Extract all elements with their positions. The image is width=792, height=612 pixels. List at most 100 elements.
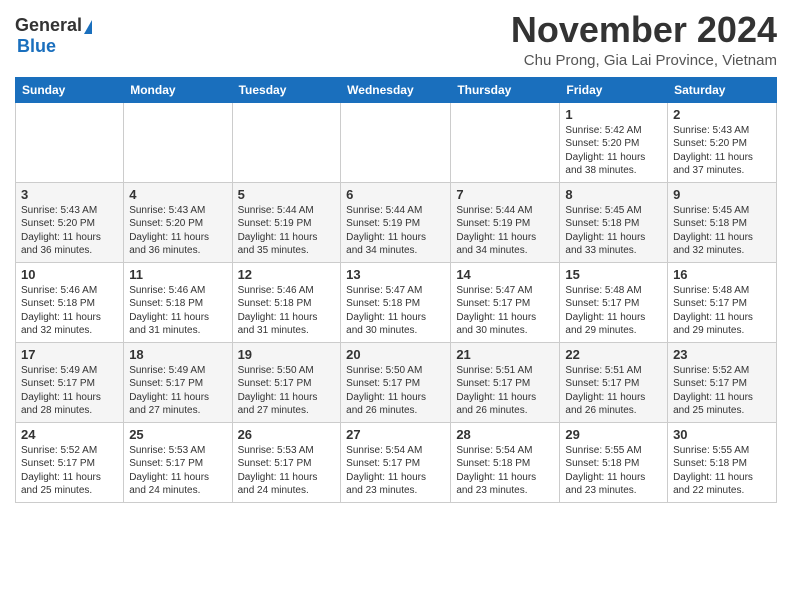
day-number: 10: [21, 267, 118, 282]
day-number: 4: [129, 187, 226, 202]
calendar-cell: 11 Sunrise: 5:46 AMSunset: 5:18 PMDayligh…: [124, 262, 232, 342]
month-title: November 2024: [511, 10, 777, 50]
calendar-week-row-5: 24 Sunrise: 5:52 AMSunset: 5:17 PMDayligh…: [16, 422, 777, 502]
day-info: Sunrise: 5:46 AMSunset: 5:18 PMDaylight:…: [238, 284, 336, 338]
calendar-cell: 10Sunrise: 5:46 AMSunset: 5:18 PMDayligh…: [16, 262, 124, 342]
calendar-cell: 9 Sunrise: 5:45 AMSunset: 5:18 PMDaylight…: [668, 182, 777, 262]
day-number: 11: [129, 267, 226, 282]
calendar-cell: [232, 102, 341, 182]
day-number: 25: [129, 427, 226, 442]
calendar-header-row: SundayMondayTuesdayWednesdayThursdayFrid…: [16, 77, 777, 102]
title-block: November 2024 Chu Prong, Gia Lai Provinc…: [511, 10, 777, 69]
day-number: 18: [129, 347, 226, 362]
day-info: Sunrise: 5:54 AMSunset: 5:17 PMDaylight:…: [346, 444, 445, 498]
day-number: 19: [238, 347, 336, 362]
day-info: Sunrise: 5:44 AMSunset: 5:19 PMDaylight:…: [346, 204, 445, 258]
calendar-cell: 13 Sunrise: 5:47 AMSunset: 5:18 PMDayligh…: [341, 262, 451, 342]
day-number: 24: [21, 427, 118, 442]
day-number: 3: [21, 187, 118, 202]
day-info: Sunrise: 5:45 AMSunset: 5:18 PMDaylight:…: [673, 204, 771, 258]
day-info: Sunrise: 5:52 AMSunset: 5:17 PMDaylight:…: [21, 444, 118, 498]
day-number: 28: [456, 427, 554, 442]
day-info: Sunrise: 5:51 AMSunset: 5:17 PMDaylight:…: [565, 364, 662, 418]
calendar-cell: 6 Sunrise: 5:44 AMSunset: 5:19 PMDaylight…: [341, 182, 451, 262]
calendar-week-row-4: 17 Sunrise: 5:49 AMSunset: 5:17 PMDayligh…: [16, 342, 777, 422]
day-info: Sunrise: 5:52 AMSunset: 5:17 PMDaylight:…: [673, 364, 771, 418]
calendar-week-row-2: 3 Sunrise: 5:43 AMSunset: 5:20 PMDaylight…: [16, 182, 777, 262]
day-number: 13: [346, 267, 445, 282]
calendar-cell: 19 Sunrise: 5:50 AMSunset: 5:17 PMDayligh…: [232, 342, 341, 422]
day-info: Sunrise: 5:48 AMSunset: 5:17 PMDaylight:…: [673, 284, 771, 338]
day-info: Sunrise: 5:53 AMSunset: 5:17 PMDaylight:…: [129, 444, 226, 498]
calendar-cell: 28 Sunrise: 5:54 AMSunset: 5:18 PMDayligh…: [451, 422, 560, 502]
header: General Blue November 2024 Chu Prong, Gi…: [15, 10, 777, 69]
day-info: Sunrise: 5:42 AMSunset: 5:20 PMDaylight:…: [565, 124, 662, 178]
day-info: Sunrise: 5:53 AMSunset: 5:17 PMDaylight:…: [238, 444, 336, 498]
day-number: 26: [238, 427, 336, 442]
day-number: 15: [565, 267, 662, 282]
location-subtitle: Chu Prong, Gia Lai Province, Vietnam: [511, 52, 777, 69]
calendar-cell: 12 Sunrise: 5:46 AMSunset: 5:18 PMDayligh…: [232, 262, 341, 342]
day-info: Sunrise: 5:47 AMSunset: 5:17 PMDaylight:…: [456, 284, 554, 338]
day-info: Sunrise: 5:43 AMSunset: 5:20 PMDaylight:…: [673, 124, 771, 178]
day-info: Sunrise: 5:49 AMSunset: 5:17 PMDaylight:…: [129, 364, 226, 418]
calendar-cell: 21 Sunrise: 5:51 AMSunset: 5:17 PMDayligh…: [451, 342, 560, 422]
day-number: 23: [673, 347, 771, 362]
day-info: Sunrise: 5:49 AMSunset: 5:17 PMDaylight:…: [21, 364, 118, 418]
day-info: Sunrise: 5:51 AMSunset: 5:17 PMDaylight:…: [456, 364, 554, 418]
calendar-cell: 1 Sunrise: 5:42 AMSunset: 5:20 PMDaylight…: [560, 102, 668, 182]
day-number: 6: [346, 187, 445, 202]
col-header-sunday: Sunday: [16, 77, 124, 102]
calendar-cell: 26 Sunrise: 5:53 AMSunset: 5:17 PMDayligh…: [232, 422, 341, 502]
day-number: 17: [21, 347, 118, 362]
day-number: 12: [238, 267, 336, 282]
calendar-cell: 22 Sunrise: 5:51 AMSunset: 5:17 PMDayligh…: [560, 342, 668, 422]
day-info: Sunrise: 5:48 AMSunset: 5:17 PMDaylight:…: [565, 284, 662, 338]
day-info: Sunrise: 5:55 AMSunset: 5:18 PMDaylight:…: [673, 444, 771, 498]
calendar-cell: 17 Sunrise: 5:49 AMSunset: 5:17 PMDayligh…: [16, 342, 124, 422]
calendar-cell: 24 Sunrise: 5:52 AMSunset: 5:17 PMDayligh…: [16, 422, 124, 502]
calendar-cell: [124, 102, 232, 182]
calendar-cell: 25 Sunrise: 5:53 AMSunset: 5:17 PMDayligh…: [124, 422, 232, 502]
day-number: 5: [238, 187, 336, 202]
day-info: Sunrise: 5:45 AMSunset: 5:18 PMDaylight:…: [565, 204, 662, 258]
page: General Blue November 2024 Chu Prong, Gi…: [0, 0, 792, 518]
calendar-cell: 4Sunrise: 5:43 AMSunset: 5:20 PMDaylight…: [124, 182, 232, 262]
col-header-wednesday: Wednesday: [341, 77, 451, 102]
day-info: Sunrise: 5:55 AMSunset: 5:18 PMDaylight:…: [565, 444, 662, 498]
calendar-cell: 7Sunrise: 5:44 AMSunset: 5:19 PMDaylight…: [451, 182, 560, 262]
day-number: 27: [346, 427, 445, 442]
day-number: 21: [456, 347, 554, 362]
day-number: 20: [346, 347, 445, 362]
calendar-cell: [16, 102, 124, 182]
calendar-cell: 2 Sunrise: 5:43 AMSunset: 5:20 PMDaylight…: [668, 102, 777, 182]
calendar-cell: [341, 102, 451, 182]
day-info: Sunrise: 5:46 AMSunset: 5:18 PMDaylight:…: [129, 284, 226, 338]
calendar-cell: 29 Sunrise: 5:55 AMSunset: 5:18 PMDayligh…: [560, 422, 668, 502]
logo-general: General: [15, 15, 82, 36]
calendar-cell: 15 Sunrise: 5:48 AMSunset: 5:17 PMDayligh…: [560, 262, 668, 342]
col-header-saturday: Saturday: [668, 77, 777, 102]
day-number: 9: [673, 187, 771, 202]
calendar-cell: 23 Sunrise: 5:52 AMSunset: 5:17 PMDayligh…: [668, 342, 777, 422]
day-number: 8: [565, 187, 662, 202]
day-info: Sunrise: 5:44 AMSunset: 5:19 PMDaylight:…: [456, 204, 554, 258]
day-info: Sunrise: 5:54 AMSunset: 5:18 PMDaylight:…: [456, 444, 554, 498]
day-number: 29: [565, 427, 662, 442]
day-info: Sunrise: 5:50 AMSunset: 5:17 PMDaylight:…: [238, 364, 336, 418]
calendar-week-row-3: 10 Sunrise: 5:46 AMSunset: 5:18 PMDayligh…: [16, 262, 777, 342]
calendar-table: SundayMondayTuesdayWednesdayThursdayFrid…: [15, 77, 777, 503]
day-info: Sunrise: 5:47 AMSunset: 5:18 PMDaylight:…: [346, 284, 445, 338]
calendar-cell: 5Sunrise: 5:44 AMSunset: 5:19 PMDaylight…: [232, 182, 341, 262]
col-header-friday: Friday: [560, 77, 668, 102]
day-number: 30: [673, 427, 771, 442]
calendar-cell: 3 Sunrise: 5:43 AMSunset: 5:20 PMDaylight…: [16, 182, 124, 262]
day-number: 22: [565, 347, 662, 362]
calendar-cell: 18 Sunrise: 5:49 AMSunset: 5:17 PMDayligh…: [124, 342, 232, 422]
calendar-cell: [451, 102, 560, 182]
logo-triangle-icon: [84, 20, 92, 34]
day-number: 2: [673, 107, 771, 122]
day-number: 1: [565, 107, 662, 122]
calendar-cell: 30 Sunrise: 5:55 AMSunset: 5:18 PMDayligh…: [668, 422, 777, 502]
day-info: Sunrise: 5:43 AMSunset: 5:20 PMDaylight:…: [21, 204, 118, 258]
